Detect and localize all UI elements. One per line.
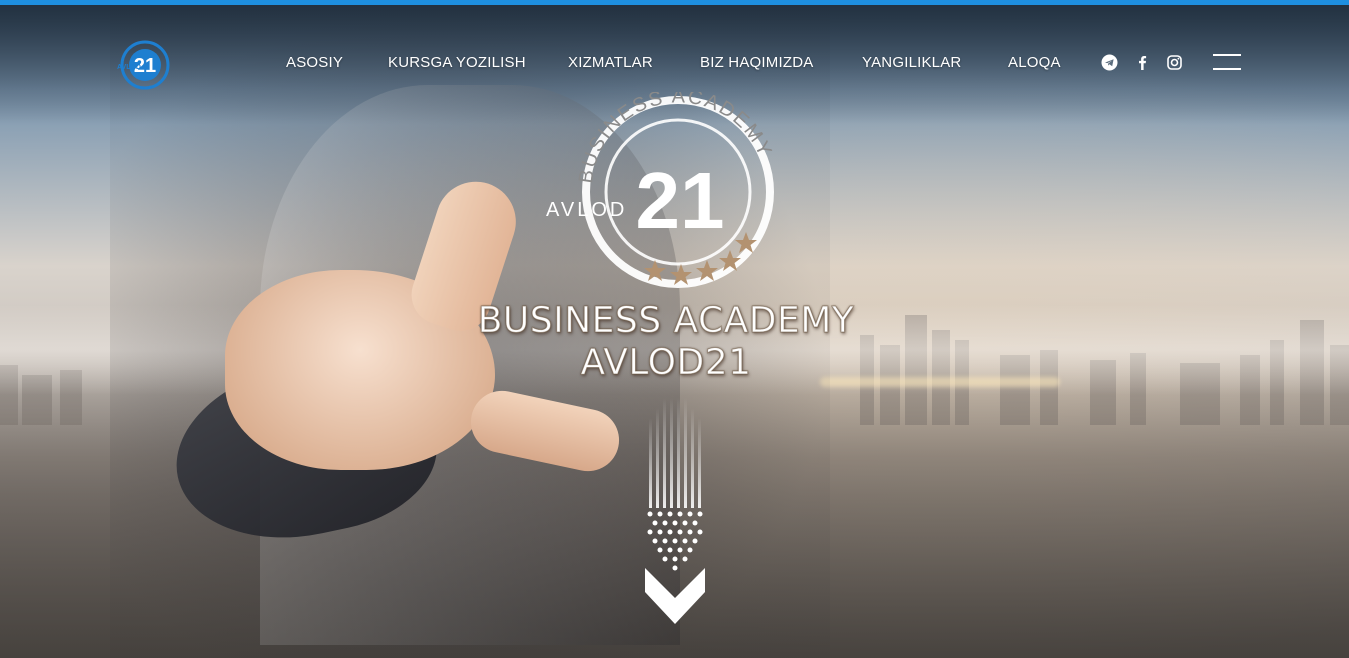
- nav-item-xizmatlar[interactable]: XIZMATLAR: [568, 54, 653, 71]
- top-accent-bar: [0, 0, 1349, 5]
- nav-item-yangiliklar[interactable]: YANGILIKLAR: [862, 54, 961, 71]
- emblem-number: 21: [636, 156, 725, 245]
- scroll-down-arrow-icon[interactable]: [644, 398, 706, 628]
- instagram-icon[interactable]: [1166, 54, 1183, 71]
- hero-title-line2: AVLOD21: [580, 342, 752, 384]
- hero-title: BUSINESS ACADEMY AVLOD21: [474, 300, 858, 384]
- nav-item-asosiy[interactable]: ASOSIY: [286, 54, 343, 71]
- emblem-word: AVLOD: [546, 199, 627, 221]
- logo-word: AVLOD: [117, 64, 141, 71]
- facebook-icon[interactable]: [1134, 54, 1151, 71]
- nav-item-aloqa[interactable]: ALOQA: [1008, 54, 1061, 71]
- telegram-icon[interactable]: [1101, 54, 1118, 71]
- hamburger-menu-icon[interactable]: [1213, 54, 1241, 74]
- hero-title-line1: BUSINESS ACADEMY: [477, 300, 855, 342]
- brand-logo[interactable]: 21 AVLOD: [111, 39, 171, 91]
- site-header: 21 AVLOD ASOSIY KURSGA YOZILISH XIZMATLA…: [0, 5, 1349, 115]
- nav-item-biz-haqimizda[interactable]: BIZ HAQIMIZDA: [700, 54, 813, 71]
- academy-emblem: BUSINESS ACADEMY AVLOD 21: [546, 92, 774, 288]
- nav-item-kursga-yozilish[interactable]: KURSGA YOZILISH: [388, 54, 526, 71]
